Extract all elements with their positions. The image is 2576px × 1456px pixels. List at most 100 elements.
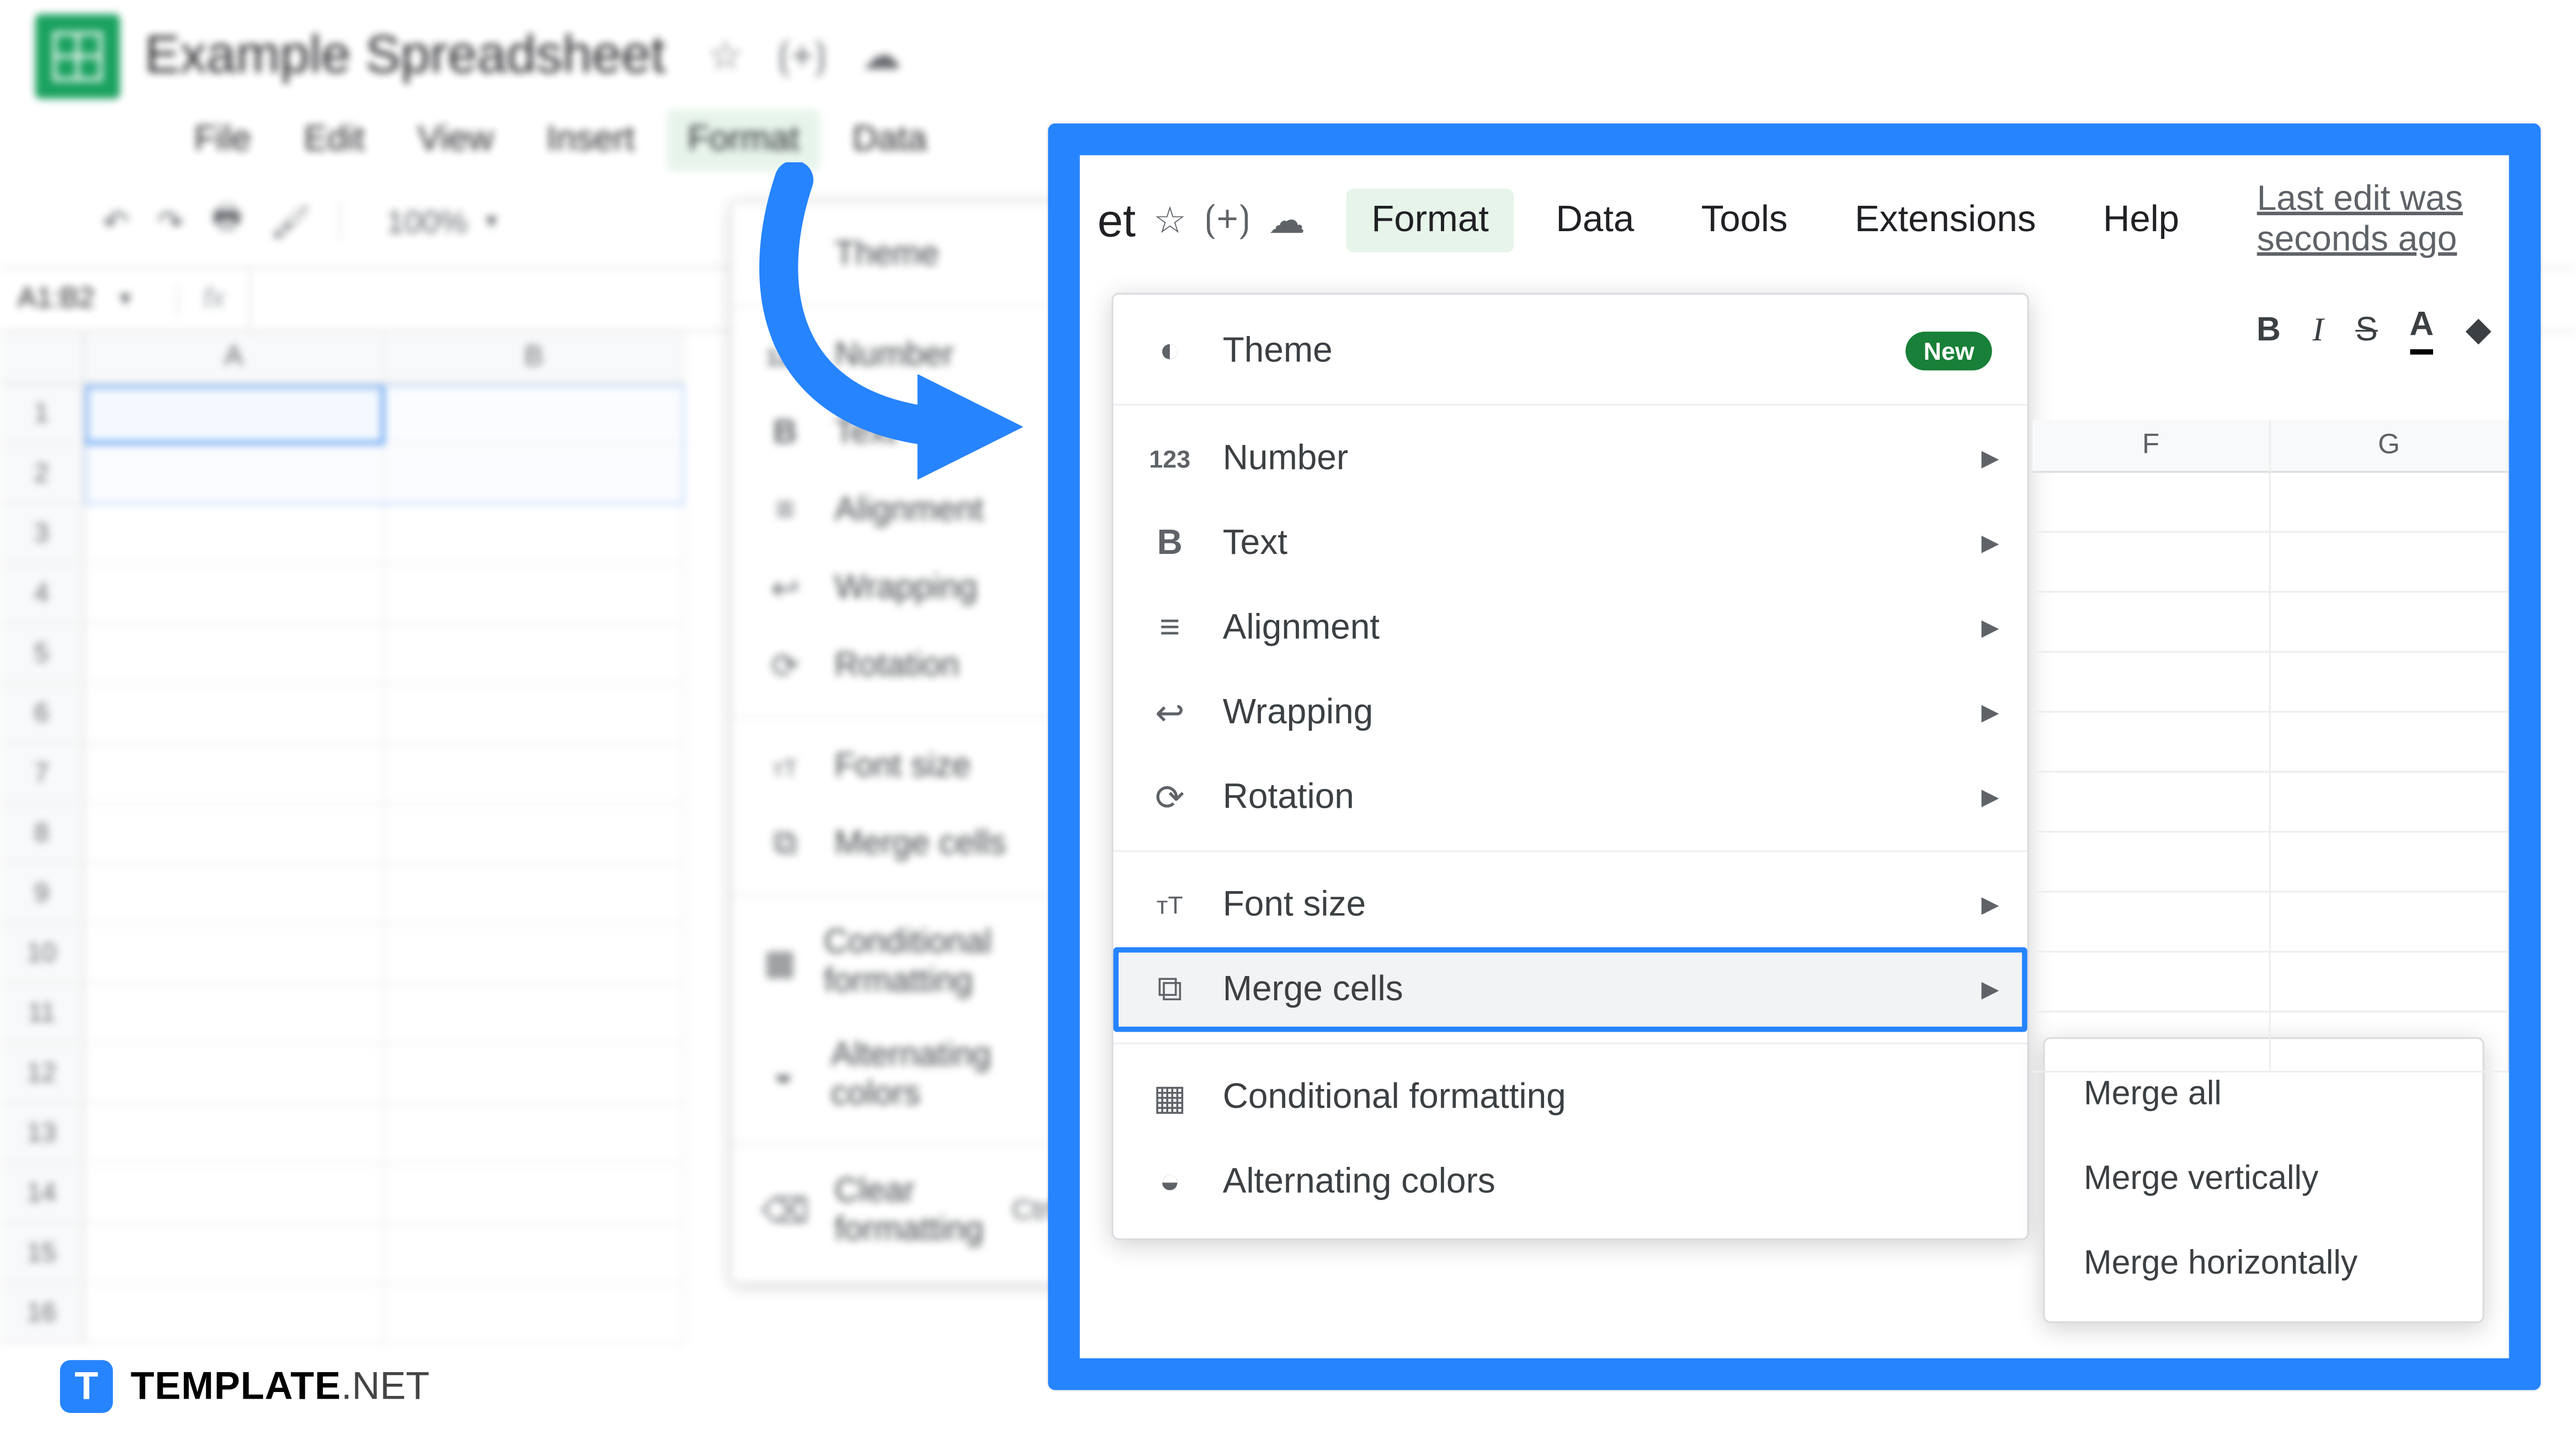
row-header[interactable]: 8 [0, 804, 84, 865]
menu-item-theme[interactable]: ◐Theme [732, 217, 1099, 295]
wrapping-icon: ↩ [1148, 691, 1191, 734]
submenu-caret-icon: ▶ [1982, 891, 1999, 919]
row-header[interactable]: 11 [0, 984, 84, 1044]
title-fragment: et [1087, 193, 1136, 248]
submenu-caret-icon: ▶ [1982, 445, 1999, 473]
menu-item-wrapping[interactable]: ↩Wrapping [732, 551, 1099, 628]
col-header[interactable]: F [2032, 420, 2271, 473]
menu-edit[interactable]: Edit [283, 109, 386, 171]
row-header[interactable]: 5 [0, 625, 84, 685]
menu-item-merge[interactable]: ⧉Merge cells [732, 806, 1099, 884]
submenu-caret-icon: ▶ [1982, 975, 1999, 1004]
menu-help[interactable]: Help [2078, 189, 2204, 252]
sheets-logo[interactable] [35, 14, 120, 99]
menu-item-altcolors[interactable]: ◒Alternating colors [732, 1020, 1099, 1133]
move-icon[interactable]: ⟮+⟯ [1204, 199, 1250, 242]
menu-label: Merge cells [1223, 969, 1403, 1010]
zoom-dropdown[interactable]: 100%▼ [369, 196, 519, 248]
menu-item-conditional[interactable]: ▦ Conditional formatting [1113, 1055, 2027, 1139]
menu-item-number[interactable]: 123Number [732, 318, 1099, 396]
menu-item-alignment[interactable]: ≡Alignment▶ [1113, 585, 2027, 670]
zoom-callout: et ☆ ⟮+⟯ ☁ Format Data Tools Extensions … [1048, 124, 2541, 1390]
star-icon[interactable]: ☆ [1153, 199, 1186, 243]
menu-item-text[interactable]: BText [732, 395, 1099, 473]
menu-tools[interactable]: Tools [1676, 189, 1812, 252]
strike-button[interactable]: S [2355, 311, 2378, 350]
menu-item-conditional[interactable]: ▦Conditional formatting [732, 906, 1099, 1020]
row-header[interactable]: 16 [0, 1284, 84, 1345]
menu-item-wrapping[interactable]: ↩Wrapping▶ [1113, 670, 2027, 755]
bold-button[interactable]: B [2256, 311, 2281, 350]
altcolors-icon: ◒ [764, 1055, 802, 1097]
row-header[interactable]: 15 [0, 1224, 84, 1284]
menu-view[interactable]: View [396, 109, 514, 171]
row-header[interactable]: 2 [0, 445, 84, 505]
undo-icon[interactable]: ↶ [102, 204, 129, 241]
menu-item-clear[interactable]: ⌫Clear formattingCtrl+\ [732, 1155, 1099, 1268]
menu-extensions[interactable]: Extensions [1830, 189, 2061, 252]
last-edit-link[interactable]: Last edit was seconds ago [2257, 180, 2502, 261]
row-header[interactable]: 4 [0, 564, 84, 625]
cloud-icon[interactable]: ☁ [1268, 199, 1305, 243]
row-header[interactable]: 7 [0, 744, 84, 804]
format-menu-bg: ◐Theme 123Number BText ≡Alignment ↩Wrapp… [731, 201, 1101, 1284]
merge-icon: ⧉ [764, 824, 806, 866]
menu-item-rotation[interactable]: ⟳Rotation [732, 628, 1099, 706]
document-title[interactable]: Example Spreadsheet [145, 26, 666, 87]
conditional-icon: ▦ [764, 942, 795, 984]
move-icon[interactable]: ⟮+⟯ [778, 34, 827, 79]
italic-button[interactable]: I [2312, 311, 2323, 350]
menu-data[interactable]: Data [831, 109, 948, 171]
row-header[interactable]: 13 [0, 1104, 84, 1164]
col-header[interactable]: G [2271, 420, 2509, 473]
menu-item-text[interactable]: BText▶ [1113, 501, 2027, 585]
col-header[interactable]: B [385, 332, 685, 385]
menu-insert[interactable]: Insert [525, 109, 656, 171]
altcolors-icon: ◒ [1148, 1161, 1191, 1203]
alignment-icon: ≡ [764, 490, 806, 533]
watermark-text: TEMPLATE.NET [131, 1363, 430, 1409]
menu-item-theme[interactable]: ◐ Theme New [1113, 309, 2027, 393]
theme-icon: ◐ [1148, 330, 1191, 372]
menu-item-fontsize[interactable]: тTFont size [732, 728, 1099, 806]
textcolor-button[interactable]: A [2409, 307, 2434, 354]
submenu-caret-icon: ▶ [1982, 698, 1999, 727]
titlebar: Example Spreadsheet ☆ ⟮+⟯ ☁ [0, 0, 2576, 99]
star-icon[interactable]: ☆ [708, 34, 743, 79]
menu-item-rotation[interactable]: ⟳Rotation▶ [1113, 755, 2027, 839]
select-all-corner[interactable] [0, 332, 84, 385]
menu-data[interactable]: Data [1531, 189, 1659, 252]
watermark: T TEMPLATE.NET [60, 1360, 430, 1413]
row-header[interactable]: 1 [0, 385, 84, 445]
clear-icon: ⌫ [764, 1191, 806, 1233]
row-header[interactable]: 14 [0, 1164, 84, 1224]
menu-format[interactable]: Format [1346, 189, 1513, 252]
menu-item-alignment[interactable]: ≡Alignment [732, 473, 1099, 551]
col-header[interactable]: A [84, 332, 385, 385]
row-header[interactable]: 10 [0, 924, 84, 984]
watermark-icon: T [60, 1360, 113, 1413]
format-menu: ◐ Theme New 123Number▶ BText▶ ≡Alignment… [1111, 293, 2029, 1240]
menu-item-merge[interactable]: ⧉Merge cells▶ [1113, 947, 2027, 1032]
row-header[interactable]: 12 [0, 1044, 84, 1105]
row-header[interactable]: 6 [0, 685, 84, 745]
menu-item-number[interactable]: 123Number▶ [1113, 417, 2027, 501]
row-header[interactable]: 3 [0, 504, 84, 564]
row-header[interactable]: 9 [0, 865, 84, 925]
name-box[interactable]: A1:B2▼ [0, 276, 177, 322]
fill-button[interactable]: ◆ [2466, 311, 2492, 351]
menu-file[interactable]: File [173, 109, 272, 171]
canvas-wrapper: Example Spreadsheet ☆ ⟮+⟯ ☁ File Edit Vi… [0, 0, 2576, 1452]
conditional-icon: ▦ [1148, 1076, 1191, 1118]
menu-item-altcolors[interactable]: ◒ Alternating colors [1113, 1139, 2027, 1224]
text-icon: B [1148, 522, 1191, 564]
menu-label: Alternating colors [1223, 1161, 1495, 1202]
paintformat-icon[interactable]: 🖌 [270, 204, 311, 241]
menu-label: Conditional formatting [1223, 1077, 1566, 1118]
cloud-icon[interactable]: ☁ [862, 34, 901, 79]
menu-format[interactable]: Format [667, 109, 821, 171]
menu-item-fontsize[interactable]: тTFont size▶ [1113, 862, 2027, 947]
redo-icon[interactable]: ↷ [157, 204, 184, 241]
print-icon[interactable]: 🖶 [212, 196, 242, 249]
overlay-menubar: et ☆ ⟮+⟯ ☁ Format Data Tools Extensions … [1080, 155, 2509, 282]
